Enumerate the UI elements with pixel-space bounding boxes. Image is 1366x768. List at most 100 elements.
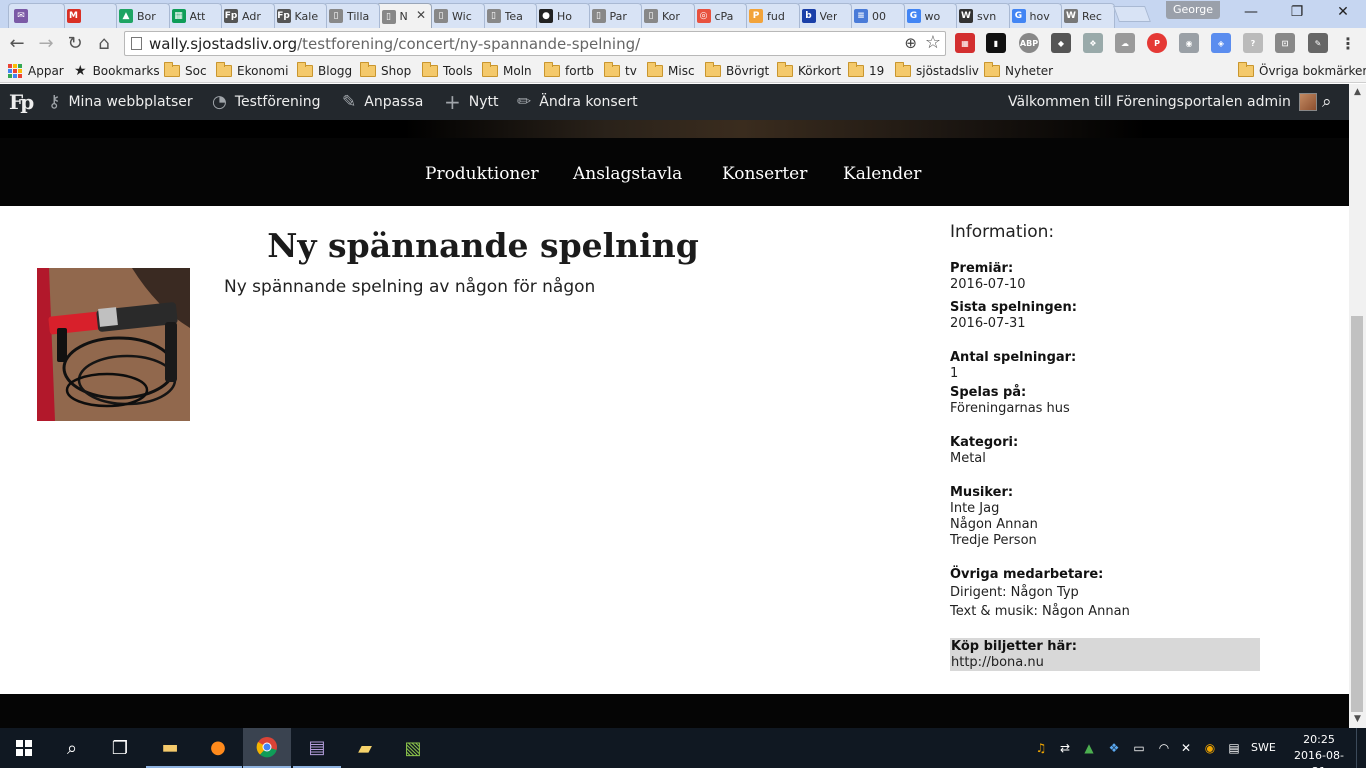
page-scrollbar[interactable]: ▲ ▼: [1349, 84, 1366, 728]
wifi-icon[interactable]: ◠: [1156, 740, 1172, 756]
restore-icon[interactable]: ❐: [1274, 0, 1320, 24]
close-window-icon[interactable]: ✕: [1320, 0, 1366, 24]
bookmark-folder[interactable]: Nyheter: [984, 62, 1053, 80]
headphones-icon[interactable]: ♫: [1033, 740, 1049, 756]
browser-tab[interactable]: ▲ Bor: [113, 3, 170, 28]
zoom-icon[interactable]: ⊕: [904, 34, 917, 52]
browser-tab[interactable]: M: [60, 3, 117, 28]
new-content-menu[interactable]: + Nytt: [444, 84, 499, 120]
edit-concert-link[interactable]: ✏ Ändra konsert: [517, 84, 638, 120]
bookmark-folder[interactable]: tv: [604, 62, 637, 80]
extension-cloud-icon[interactable]: ☁: [1115, 33, 1135, 53]
profile-button[interactable]: George: [1166, 1, 1220, 19]
notepad-icon[interactable]: ▤: [293, 728, 341, 768]
extension-evernote-icon[interactable]: ◆: [1051, 33, 1071, 53]
browser-tab[interactable]: ▯ N ✕: [375, 3, 432, 29]
site-name-menu[interactable]: ◔ Testförening: [212, 84, 321, 120]
nav-item-produktioner[interactable]: Produktioner: [425, 164, 539, 184]
concert-image[interactable]: [37, 268, 190, 421]
site-logo[interactable]: Fp: [9, 84, 34, 120]
home-icon[interactable]: ⌂: [92, 32, 116, 56]
minimize-icon[interactable]: —: [1228, 0, 1274, 24]
scroll-thumb[interactable]: [1351, 316, 1363, 712]
browser-tab[interactable]: Ghov: [1005, 3, 1062, 28]
drive-icon[interactable]: ▲: [1081, 740, 1097, 756]
tickets-link[interactable]: http://bona.nu: [951, 655, 1260, 671]
nav-item-konserter[interactable]: Konserter: [722, 164, 807, 184]
browser-tab[interactable]: Fp Adr: [218, 3, 275, 28]
scroll-down-icon[interactable]: ▼: [1349, 711, 1366, 728]
extension-pen-icon[interactable]: ✎: [1308, 33, 1328, 53]
bookmark-folder[interactable]: Bövrigt: [705, 62, 769, 80]
forward-arrow-icon[interactable]: →: [34, 32, 58, 56]
browser-tab[interactable]: ✉: [8, 3, 65, 28]
search-icon[interactable]: ⌕: [48, 728, 96, 768]
notepad-plus-icon[interactable]: ▧: [389, 728, 437, 768]
adblock-plus-icon[interactable]: ABP: [1019, 33, 1039, 53]
browser-tab[interactable]: ◎ cPa: [690, 3, 747, 28]
cast-icon[interactable]: ⊡: [1275, 33, 1295, 53]
browser-tab[interactable]: Wsvn: [953, 3, 1010, 28]
bookmark-folder[interactable]: sjöstadsliv: [895, 62, 979, 80]
extension-pinterest-icon[interactable]: P: [1147, 33, 1167, 53]
task-view-icon[interactable]: ❐: [96, 728, 144, 768]
new-tab-button[interactable]: [1113, 6, 1151, 22]
filezilla-icon[interactable]: ▰: [341, 728, 389, 768]
extension-shield-icon[interactable]: ◈: [1211, 33, 1231, 53]
bookmark-item[interactable]: Appar: [8, 62, 64, 80]
chrome-menu-icon[interactable]: ⋮: [1338, 33, 1358, 53]
browser-tab[interactable]: ▯ Tilla: [323, 3, 380, 28]
bookmark-folder[interactable]: Shop: [360, 62, 411, 80]
browser-tab[interactable]: ≡ 00: [848, 3, 905, 28]
bookmark-star-icon[interactable]: ☆: [925, 32, 941, 53]
nav-item-anslagstavla[interactable]: Anslagstavla: [573, 164, 682, 184]
bookmark-folder[interactable]: Körkort: [777, 62, 841, 80]
browser-tab[interactable]: ● Ho: [533, 3, 590, 28]
device-icon[interactable]: ▭: [1131, 740, 1147, 756]
bookmark-item[interactable]: ★ Bookmarks: [74, 62, 160, 80]
firefox-icon[interactable]: ●: [194, 728, 242, 768]
bookmark-folder[interactable]: Soc: [164, 62, 207, 80]
extension-dropbox-icon[interactable]: ❖: [1083, 33, 1103, 53]
url-text[interactable]: wally.sjostadsliv.org/testforening/conce…: [149, 35, 640, 53]
browser-tab[interactable]: b Ver: [795, 3, 852, 28]
windows-start-icon[interactable]: [0, 728, 48, 768]
bookmark-folder[interactable]: 19: [848, 62, 884, 80]
extension-grey-icon[interactable]: ◉: [1179, 33, 1199, 53]
clock[interactable]: 20:25 2016-08-21: [1288, 732, 1350, 768]
scroll-up-icon[interactable]: ▲: [1349, 84, 1366, 101]
browser-tab[interactable]: Gwo: [900, 3, 957, 28]
extension-help-icon[interactable]: ?: [1243, 33, 1263, 53]
browser-tab[interactable]: ▯ Wic: [428, 3, 485, 28]
volume-muted-icon[interactable]: ✕: [1178, 740, 1194, 756]
chrome-icon[interactable]: [243, 728, 291, 768]
my-sites-menu[interactable]: ⚷ Mina webbplatser: [48, 84, 193, 120]
extension-red-icon[interactable]: ▦: [955, 33, 975, 53]
bookmark-folder[interactable]: Tools: [422, 62, 473, 80]
browser-tab[interactable]: Pfud: [743, 3, 800, 28]
nav-item-kalender[interactable]: Kalender: [843, 164, 921, 184]
reload-icon[interactable]: ↻: [63, 32, 87, 56]
updater-icon[interactable]: ◉: [1202, 740, 1218, 756]
account-menu[interactable]: Välkommen till Föreningsportalen admin: [1008, 84, 1317, 120]
dropbox-icon[interactable]: ❖: [1106, 740, 1122, 756]
extension-document-icon[interactable]: ▮: [986, 33, 1006, 53]
browser-tab[interactable]: Fp Kale: [270, 3, 327, 28]
show-desktop-button[interactable]: [1356, 728, 1366, 768]
bookmark-folder[interactable]: Ekonomi: [216, 62, 288, 80]
browser-tab[interactable]: ▦ Att: [165, 3, 222, 28]
file-explorer-icon[interactable]: ▬: [146, 728, 194, 768]
search-icon[interactable]: ⌕: [1322, 84, 1332, 120]
browser-tab[interactable]: ▯ Par: [585, 3, 642, 28]
customize-menu[interactable]: ✎ Anpassa: [342, 84, 423, 120]
bookmark-folder[interactable]: fortb: [544, 62, 594, 80]
network-share-icon[interactable]: ⇄: [1057, 740, 1073, 756]
other-bookmarks-folder[interactable]: Övriga bokmärken: [1238, 62, 1366, 80]
language-indicator[interactable]: SWE: [1251, 741, 1276, 754]
bookmark-folder[interactable]: Misc: [647, 62, 695, 80]
browser-tab[interactable]: ▯ Tea: [480, 3, 537, 28]
browser-tab[interactable]: W Rec: [1058, 3, 1115, 28]
back-arrow-icon[interactable]: ←: [5, 32, 29, 56]
bookmark-folder[interactable]: Moln: [482, 62, 532, 80]
tab-close-icon[interactable]: ✕: [416, 8, 426, 22]
